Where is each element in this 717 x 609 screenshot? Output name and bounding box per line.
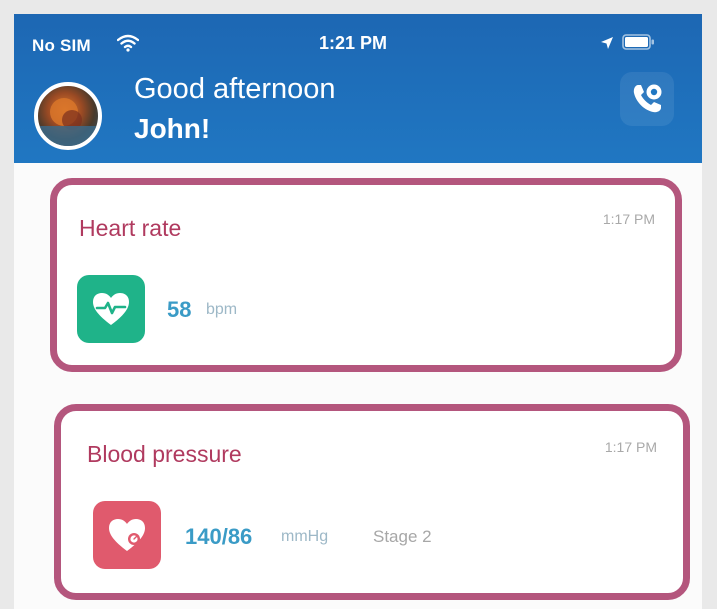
blood-pressure-unit: mmHg xyxy=(281,528,329,545)
avatar-photo xyxy=(38,98,98,146)
blood-pressure-icon xyxy=(109,519,145,551)
location-arrow-icon xyxy=(601,37,613,49)
wifi-icon xyxy=(117,34,139,52)
phone-screen: No SIM 1:21 PM Good afternoon John! Hear… xyxy=(14,14,702,609)
card-title: Blood pressure xyxy=(87,441,242,467)
status-time: 1:21 PM xyxy=(319,33,388,53)
user-name: John! xyxy=(134,113,211,144)
blood-pressure-card[interactable]: Blood pressure 1:17 PM 140/86 mmHg Stage… xyxy=(54,404,690,600)
card-title: Heart rate xyxy=(79,215,182,241)
blood-pressure-tile xyxy=(93,501,161,569)
card-timestamp: 1:17 PM xyxy=(602,211,655,227)
blood-pressure-stage: Stage 2 xyxy=(373,527,432,546)
carrier-label: No SIM xyxy=(32,36,91,55)
phone-call-icon xyxy=(633,84,662,113)
card-timestamp: 1:17 PM xyxy=(604,439,657,455)
heart-rate-card[interactable]: Heart rate 1:17 PM 58 bpm xyxy=(50,178,682,372)
heart-rate-value: 58 xyxy=(167,297,192,322)
heart-rate-unit: bpm xyxy=(206,301,238,318)
blood-pressure-value: 140/86 xyxy=(185,524,253,549)
battery-icon xyxy=(622,34,654,50)
greeting-text: Good afternoon xyxy=(134,73,336,105)
heart-rate-tile xyxy=(77,275,145,343)
avatar[interactable] xyxy=(34,82,102,150)
app-header: No SIM 1:21 PM Good afternoon John! xyxy=(14,14,702,163)
heart-pulse-icon xyxy=(93,293,129,325)
call-button[interactable] xyxy=(620,72,674,126)
status-bar: No SIM 1:21 PM xyxy=(14,14,702,64)
